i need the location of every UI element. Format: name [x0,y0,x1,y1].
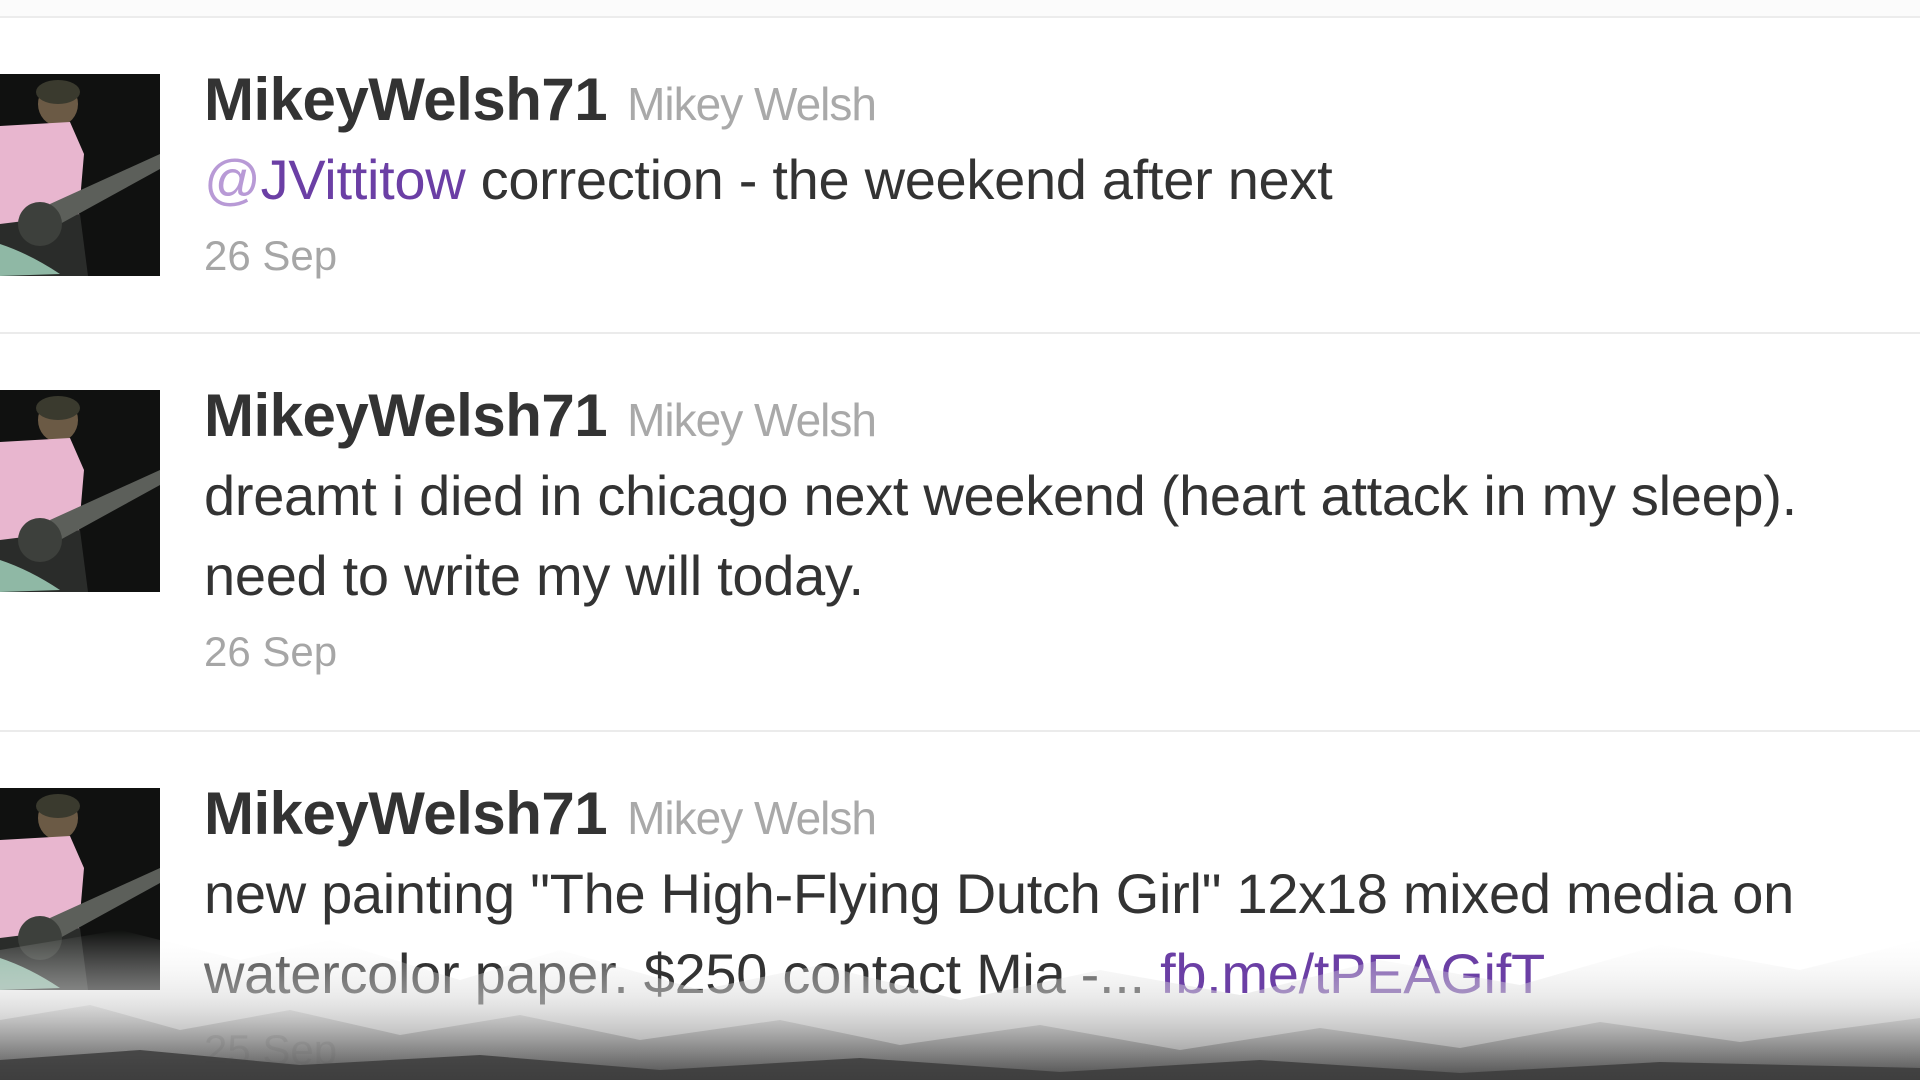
top-divider [0,0,1920,18]
tweet-header: MikeyWelsh71 Mikey Welsh [204,64,1920,136]
external-link[interactable]: fb.me/tPEAGifT [1160,942,1545,1005]
tweet-header: MikeyWelsh71 Mikey Welsh [204,380,1920,452]
tweet-content: MikeyWelsh71 Mikey Welsh dreamt i died in… [204,380,1920,682]
tweet[interactable]: MikeyWelsh71 Mikey Welsh @JVittitow corre… [0,18,1920,334]
tweet[interactable]: MikeyWelsh71 Mikey Welsh dreamt i died in… [0,334,1920,732]
tweet-body: correction - the weekend after next [465,148,1333,211]
avatar[interactable] [0,74,160,276]
fullname: Mikey Welsh [627,78,877,130]
tweet-text-line-1: dreamt i died in chicago next weekend (h… [204,464,1797,527]
avatar[interactable] [0,390,160,592]
tweet-timestamp[interactable]: 26 Sep [204,622,1920,682]
username[interactable]: MikeyWelsh71 [204,382,608,449]
username[interactable]: MikeyWelsh71 [204,66,608,133]
timeline: MikeyWelsh71 Mikey Welsh @JVittitow corre… [0,0,1920,1080]
tweet-body: watercolor paper. $250 contact Mia -... [204,942,1161,1005]
fullname: Mikey Welsh [627,394,877,446]
mention-link[interactable]: @JVittitow [204,148,466,211]
fullname: Mikey Welsh [627,792,877,844]
tweet-text-line-2: need to write my will today. [204,544,864,607]
username[interactable]: MikeyWelsh71 [204,780,608,847]
mention-at: @ [204,148,261,211]
tweet-text: @JVittitow correction - the weekend afte… [204,140,1920,220]
tweet-header: MikeyWelsh71 Mikey Welsh [204,778,1920,850]
mention-handle: JVittitow [260,148,466,211]
avatar[interactable] [0,788,160,990]
tweet-timestamp[interactable]: 25 Sep [204,1020,1920,1080]
tweet-timestamp[interactable]: 26 Sep [204,226,1920,286]
tweet-content: MikeyWelsh71 Mikey Welsh new painting "Th… [204,778,1920,1080]
tweet-text-line-1: new painting "The High-Flying Dutch Girl… [204,862,1794,925]
tweet-content: MikeyWelsh71 Mikey Welsh @JVittitow corre… [204,64,1920,286]
tweet[interactable]: MikeyWelsh71 Mikey Welsh new painting "Th… [0,732,1920,1080]
tweet-text-line-2: watercolor paper. $250 contact Mia -... … [204,934,1920,1014]
